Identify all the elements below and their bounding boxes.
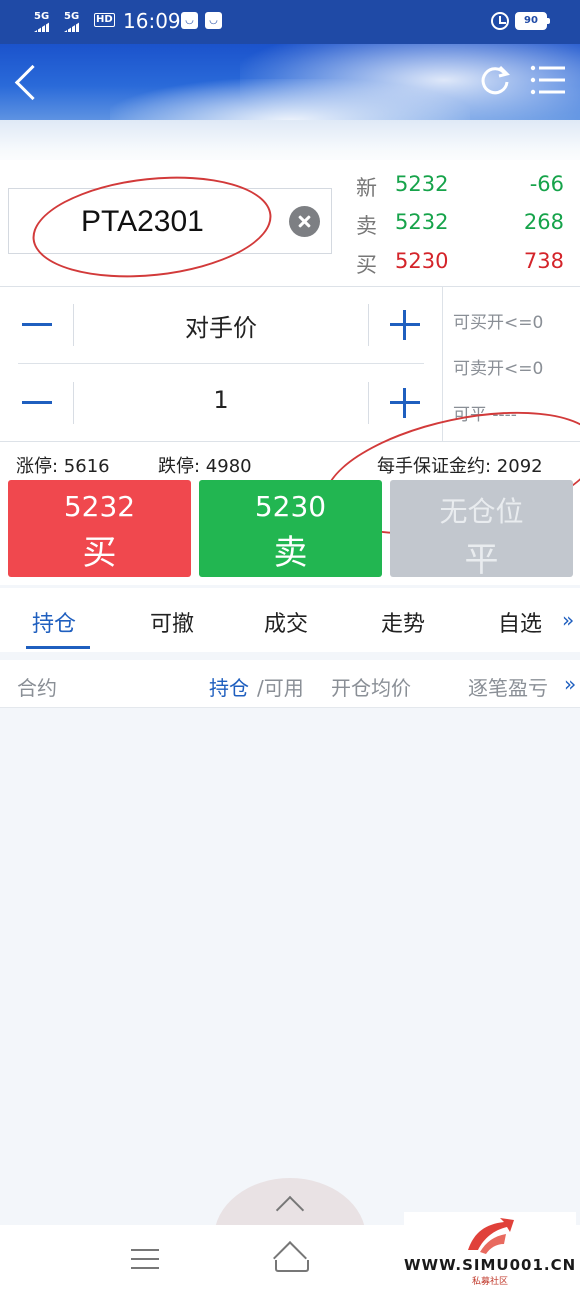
watermark-url: WWW.SIMU001.CN — [404, 1256, 577, 1274]
list-menu-icon[interactable] — [530, 63, 566, 97]
watermark-logo: WWW.SIMU001.CN 私募社区 — [404, 1212, 576, 1290]
chevron-left-icon[interactable] — [10, 62, 44, 102]
message-icon: ◡ — [181, 12, 198, 29]
chevron-up-icon — [275, 1195, 305, 1225]
available-info: 可买开<=0 可卖开<=0 可平 ---- — [442, 286, 580, 441]
qty-value[interactable]: 1 — [74, 386, 368, 414]
app-header — [0, 44, 580, 120]
sell-button[interactable]: 5230 卖 — [199, 480, 382, 577]
price-plus-button[interactable] — [384, 304, 426, 346]
symbol-input[interactable]: PTA2301 — [8, 188, 332, 254]
quantity-control: 1 — [0, 364, 440, 442]
buy-open-available: 可买开<=0 — [453, 313, 544, 333]
tab-positions[interactable]: 持仓 — [32, 606, 76, 638]
close-available: 可平 ---- — [453, 405, 517, 425]
battery-icon: 90 — [515, 12, 550, 30]
order-panel: PTA2301 新 5232 -66 卖 5232 268 买 5230 738… — [0, 160, 580, 585]
tab-watchlist[interactable]: 自选 — [498, 606, 542, 638]
qty-minus-button[interactable] — [16, 382, 58, 424]
columns-more-icon[interactable]: » — [564, 672, 576, 696]
active-tab-indicator — [26, 646, 90, 649]
sell-open-available: 可卖开<=0 — [453, 359, 544, 379]
close-position-button[interactable]: 无仓位 平 — [390, 480, 573, 580]
positions-table-header: 合约 持仓 /可用 开仓均价 逐笔盈亏 » — [0, 660, 580, 708]
price-control: 对手价 — [0, 286, 440, 364]
symbol-value: PTA2301 — [81, 205, 204, 238]
margin-per-lot: 每手保证金约: 2092 — [377, 456, 543, 477]
col-contract: 合约 — [17, 676, 57, 700]
signal-icon-sim1: 5G — [34, 12, 50, 32]
status-bar: 5G 5G HD 16:09 ◡ ◡ 90 — [0, 0, 580, 44]
tab-bar: 持仓 可撤 成交 走势 自选 » — [0, 588, 580, 652]
limit-down: 跌停: 4980 — [158, 456, 252, 477]
watermark-subtitle: 私募社区 — [471, 1277, 508, 1287]
alarm-icon — [491, 12, 509, 30]
tab-cancelable[interactable]: 可撤 — [150, 606, 194, 638]
buy-button[interactable]: 5232 买 — [8, 480, 191, 577]
col-position[interactable]: 持仓 — [209, 672, 249, 701]
message-icon-2: ◡ — [205, 12, 222, 29]
col-pnl: 逐笔盈亏 — [468, 676, 548, 700]
price-minus-button[interactable] — [16, 304, 58, 346]
signal-icon-sim2: 5G — [64, 12, 80, 32]
tabs-more-icon[interactable]: » — [562, 608, 574, 632]
clear-icon[interactable] — [289, 206, 320, 237]
limit-up: 涨停: 5616 — [16, 456, 110, 477]
simu-logo-icon — [468, 1218, 514, 1254]
hd-icon: HD — [94, 13, 115, 27]
home-icon[interactable] — [270, 1243, 310, 1273]
col-available[interactable]: /可用 — [257, 672, 304, 701]
col-avg-price: 开仓均价 — [331, 676, 411, 700]
qty-plus-button[interactable] — [384, 382, 426, 424]
refresh-icon[interactable] — [478, 63, 512, 97]
clock: 16:09 — [123, 9, 181, 33]
menu-icon[interactable] — [131, 1247, 159, 1271]
tab-fills[interactable]: 成交 — [264, 606, 308, 638]
tab-trend[interactable]: 走势 — [381, 606, 425, 638]
price-type-value[interactable]: 对手价 — [74, 308, 368, 343]
